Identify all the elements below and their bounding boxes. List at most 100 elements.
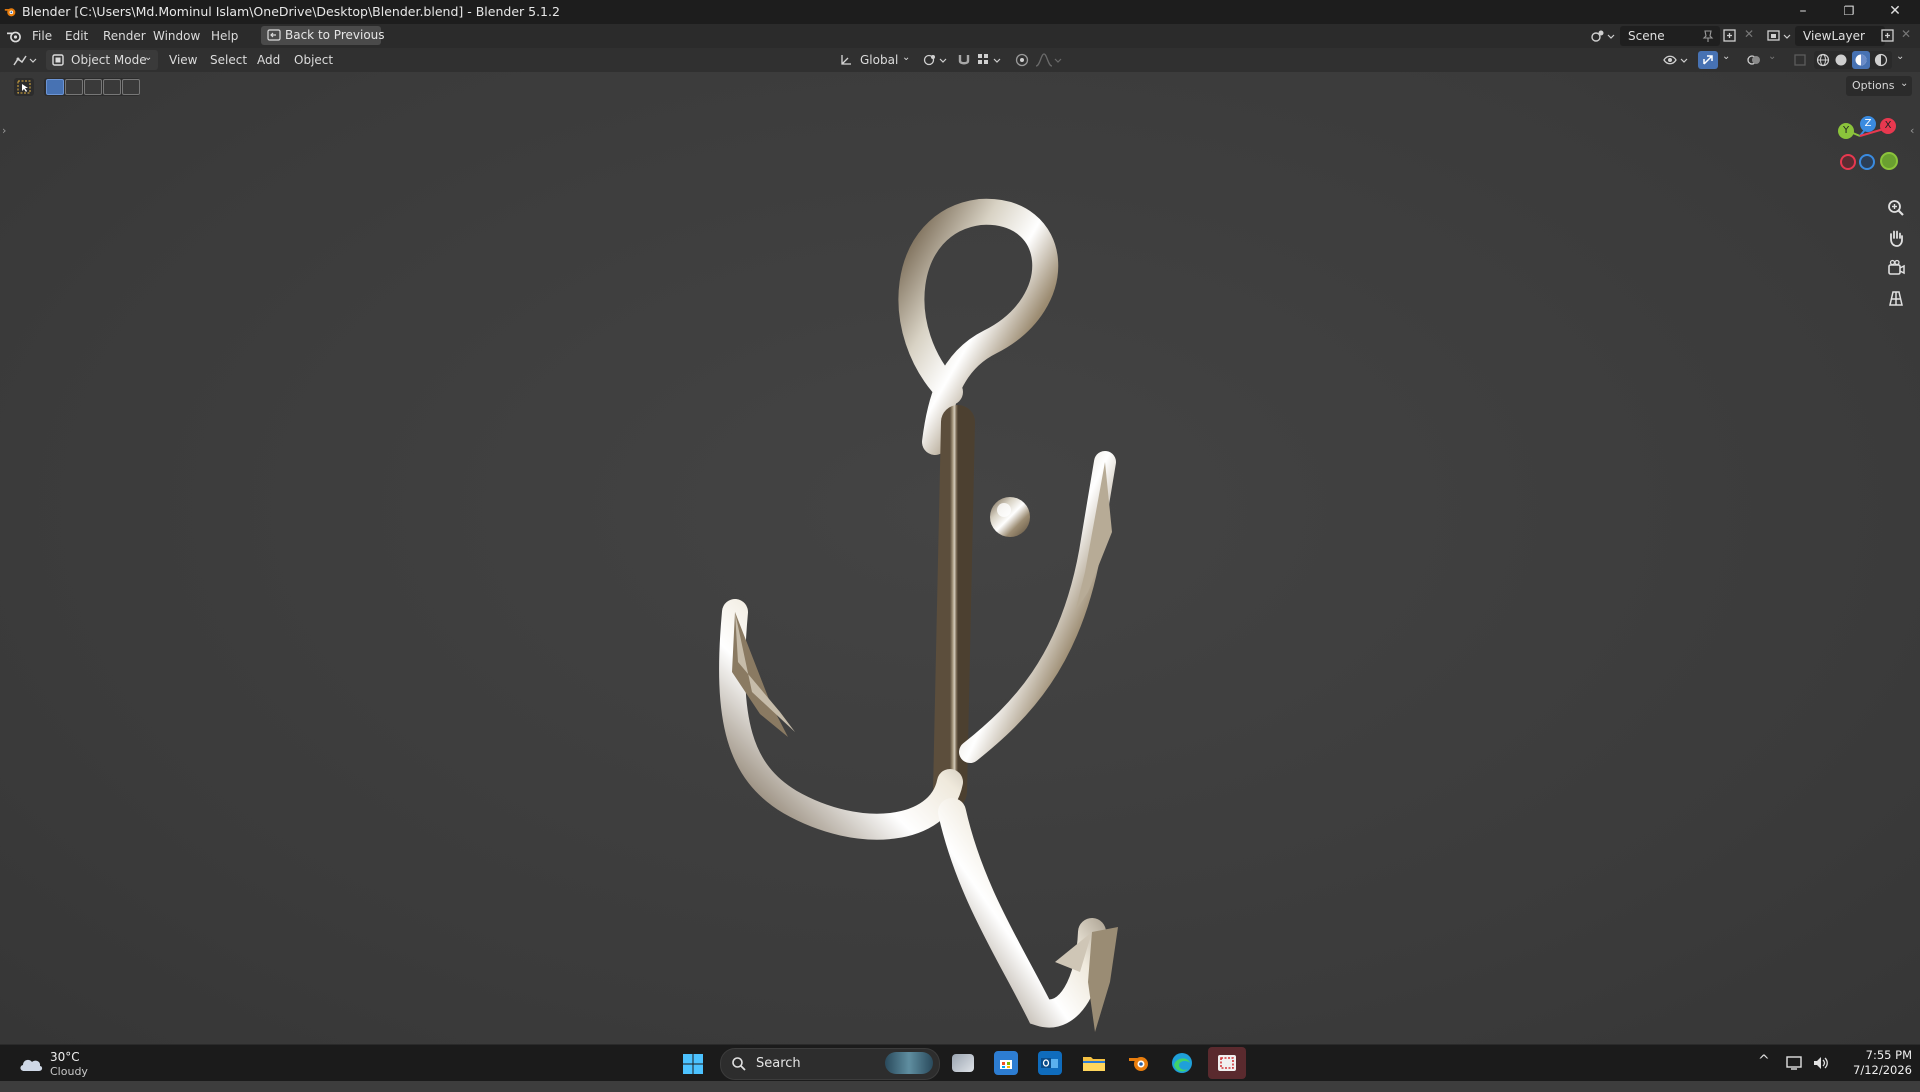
navigation-gizmo[interactable]: Y Z X — [1830, 114, 1898, 172]
search-icon — [732, 1057, 746, 1071]
camera-view-icon[interactable] — [1886, 258, 1906, 278]
microsoft-store-icon[interactable] — [994, 1051, 1018, 1075]
gizmo-chevron-icon[interactable]: ⌄ — [1722, 51, 1730, 62]
gizmo-z-axis[interactable]: Z — [1860, 116, 1876, 132]
outlook-icon[interactable] — [1038, 1051, 1062, 1075]
toolbar-expand-icon[interactable]: › — [2, 124, 6, 137]
blender-menu-icon[interactable] — [6, 28, 22, 44]
rendered-shading-icon[interactable] — [1874, 53, 1888, 67]
menu-object[interactable]: Object — [294, 53, 333, 67]
pivot-point-icon[interactable] — [922, 52, 950, 68]
cloudy-weather-icon — [20, 1059, 43, 1071]
3d-viewport[interactable]: Y Z X › ‹ — [0, 72, 1920, 1044]
snap-target-icon[interactable] — [976, 52, 1006, 68]
window-title: Blender [C:\Users\Md.Mominul Islam\OneDr… — [22, 4, 560, 19]
material-preview-button[interactable] — [1852, 51, 1870, 69]
menu-window[interactable]: Window — [153, 29, 200, 43]
pan-hand-icon[interactable] — [1886, 228, 1906, 248]
visibility-eye-icon[interactable] — [1662, 52, 1692, 68]
file-explorer-icon[interactable] — [1082, 1051, 1106, 1075]
close-button[interactable]: ✕ — [1872, 0, 1918, 24]
orientation-label: Global — [860, 53, 899, 67]
search-highlight-image — [885, 1052, 933, 1074]
menu-render[interactable]: Render — [103, 29, 146, 43]
scene-name-field[interactable]: Scene — [1620, 26, 1720, 46]
back-screen-icon — [267, 29, 281, 41]
show-hidden-icons-chevron[interactable]: ^ — [1758, 1053, 1770, 1069]
gizmo-neg-y-axis[interactable] — [1880, 152, 1898, 170]
falloff-curve-icon[interactable] — [1034, 52, 1064, 68]
search-label: Search — [756, 1056, 801, 1071]
select-box-cursor-icon — [17, 80, 31, 94]
network-monitor-icon[interactable] — [1786, 1055, 1804, 1071]
shading-chevron-icon[interactable]: ⌄ — [1896, 51, 1904, 62]
taskbar-search-box[interactable]: Search — [720, 1048, 940, 1080]
menu-add[interactable]: Add — [257, 53, 280, 67]
select-new-icon[interactable] — [46, 79, 64, 95]
options-dropdown[interactable]: Options ⌄ — [1846, 76, 1912, 96]
edge-browser-icon[interactable] — [1170, 1051, 1194, 1075]
snap-magnet-icon[interactable] — [956, 52, 972, 68]
gizmo-neg-z-axis[interactable] — [1859, 154, 1875, 170]
delete-view-layer-icon[interactable]: ✕ — [1901, 27, 1911, 41]
active-app-button[interactable] — [1208, 1047, 1246, 1079]
menu-help[interactable]: Help — [211, 29, 238, 43]
object-mode-icon — [52, 54, 64, 66]
perspective-grid-icon[interactable] — [1886, 288, 1906, 308]
pin-icon[interactable] — [1702, 29, 1714, 43]
overlay-toggle-button[interactable] — [1744, 51, 1764, 69]
select-tool-button[interactable] — [14, 78, 34, 96]
overlay-chevron-icon[interactable]: ⌄ — [1768, 51, 1776, 62]
weather-widget[interactable]: 30°C Cloudy — [16, 1049, 96, 1079]
mode-label: Object Mode — [71, 53, 147, 67]
material-preview-icon — [1855, 54, 1867, 66]
weather-description: Cloudy — [50, 1065, 88, 1078]
task-view-icon[interactable] — [952, 1054, 974, 1072]
gizmo-toggle-button[interactable] — [1698, 51, 1718, 69]
delete-scene-icon[interactable]: ✕ — [1744, 27, 1754, 41]
transform-orientation-dropdown[interactable]: Global ⌄ — [836, 50, 914, 70]
clock-date: 7/12/2026 — [1853, 1063, 1912, 1077]
options-chevron-icon: ⌄ — [1900, 78, 1909, 89]
select-extend-icon[interactable] — [65, 79, 83, 95]
selection-mode-group — [44, 78, 140, 96]
scene-browse-icon[interactable] — [1590, 28, 1616, 44]
gizmo-y-axis[interactable]: Y — [1838, 123, 1854, 139]
top-menu-bar: File Edit Render Window Help Back to Pre… — [0, 24, 1920, 48]
editor-type-icon[interactable] — [12, 52, 38, 68]
mode-dropdown[interactable]: Object Mode ⌄ — [46, 50, 158, 70]
select-invert-icon[interactable] — [103, 79, 121, 95]
blender-logo-icon — [4, 8, 16, 17]
xray-toggle-icon[interactable] — [1792, 52, 1808, 68]
new-scene-icon[interactable] — [1722, 28, 1738, 44]
clock-time: 7:55 PM — [1865, 1048, 1912, 1062]
menu-select[interactable]: Select — [210, 53, 247, 67]
zoom-icon[interactable] — [1886, 198, 1906, 218]
options-label: Options — [1852, 79, 1895, 92]
maximize-button[interactable]: ❐ — [1826, 0, 1872, 24]
blender-taskbar-icon[interactable] — [1127, 1051, 1151, 1075]
minimize-button[interactable]: – — [1780, 0, 1826, 24]
windows-start-icon[interactable] — [682, 1053, 704, 1075]
view-layer-browse-icon[interactable] — [1766, 28, 1792, 44]
menu-edit[interactable]: Edit — [65, 29, 88, 43]
new-view-layer-icon[interactable] — [1880, 28, 1896, 44]
fishing-hook-model[interactable] — [640, 192, 1220, 1092]
solid-shading-icon[interactable] — [1834, 53, 1848, 67]
menu-view[interactable]: View — [169, 53, 197, 67]
wireframe-shading-icon[interactable] — [1816, 53, 1830, 67]
title-bar: Blender [C:\Users\Md.Mominul Islam\OneDr… — [0, 0, 1920, 24]
back-to-previous-button[interactable]: Back to Previous — [261, 26, 385, 45]
menu-file[interactable]: File — [32, 29, 52, 43]
sidebar-expand-icon[interactable]: ‹ — [1910, 124, 1914, 137]
clock[interactable]: 7:55 PM 7/12/2026 — [1846, 1048, 1912, 1080]
volume-speaker-icon[interactable] — [1812, 1055, 1830, 1071]
scene-name: Scene — [1628, 29, 1665, 43]
proportional-editing-icon[interactable] — [1014, 52, 1030, 68]
gizmo-x-axis[interactable]: X — [1880, 118, 1896, 134]
gizmo-neg-x-axis[interactable] — [1840, 154, 1856, 170]
select-intersect-icon[interactable] — [122, 79, 140, 95]
select-subtract-icon[interactable] — [84, 79, 102, 95]
view-layer-field[interactable]: ViewLayer — [1795, 26, 1885, 46]
back-button-label: Back to Previous — [285, 28, 385, 42]
